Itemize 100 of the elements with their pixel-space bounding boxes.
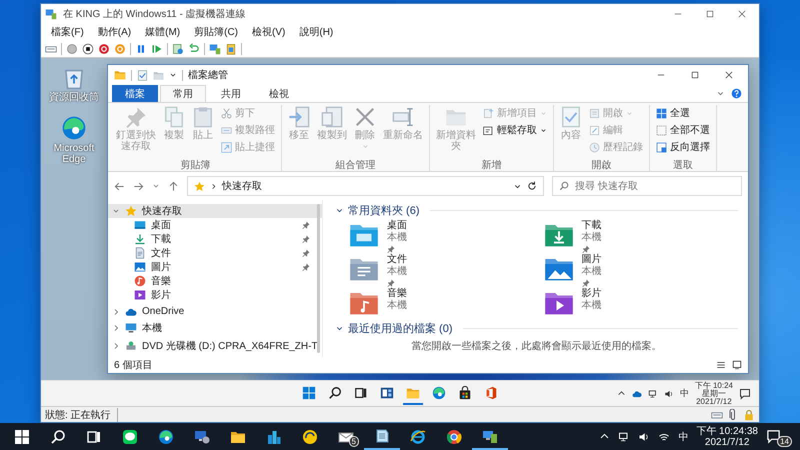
breadcrumb-item[interactable]: 快速存取	[222, 179, 262, 193]
search-icon	[50, 428, 66, 444]
ribbon-tab[interactable]: 檔案	[112, 85, 158, 102]
copy-icon	[321, 106, 343, 128]
play-icon[interactable]	[151, 42, 163, 54]
tiles-view-icon[interactable]	[732, 360, 742, 370]
pause-icon[interactable]	[135, 42, 147, 54]
maximize-icon[interactable]	[705, 9, 715, 19]
pin-icon	[387, 245, 395, 253]
nav-item[interactable]: OneDrive	[108, 306, 322, 318]
folder-location: 本機	[387, 300, 407, 312]
group-label: 選取	[672, 159, 694, 171]
close-icon[interactable]	[724, 70, 734, 80]
nav-item[interactable]: 下載	[108, 232, 322, 246]
folder-location: 本機	[582, 300, 602, 312]
folder-location: 本機	[387, 232, 407, 244]
help-icon[interactable]	[731, 88, 742, 99]
ribbon-button[interactable]: 反向選擇	[654, 139, 712, 155]
browser-icon[interactable]	[61, 115, 87, 141]
clock-time[interactable]: 下午 10:24:38	[696, 426, 758, 436]
ribbon-button[interactable]: 全部不選	[654, 122, 712, 138]
close-icon[interactable]	[737, 9, 747, 19]
ribbon-button[interactable]: 全選	[654, 105, 712, 121]
clock-date[interactable]: 2021/7/12	[696, 398, 732, 406]
menu-item[interactable]: 動作(A)	[98, 25, 132, 39]
snapshot-icon[interactable]	[172, 42, 184, 54]
speaker-icon[interactable]	[664, 388, 674, 398]
clock-date[interactable]: 2021/7/12	[704, 436, 750, 448]
folder-name[interactable]: 影片	[582, 288, 602, 300]
notification-icon[interactable]	[739, 388, 751, 400]
nav-item[interactable]: 圖片	[108, 260, 322, 274]
delete-icon	[354, 106, 376, 128]
shopping-bag-icon	[458, 386, 472, 400]
folder-name[interactable]: 下載	[582, 220, 602, 232]
details-view-icon[interactable]	[716, 360, 726, 370]
search-field[interactable]: 搜尋 快速存取	[575, 180, 735, 192]
folder-name[interactable]: 圖片	[582, 254, 602, 266]
clipboard-icon	[192, 106, 214, 128]
up-arrow-icon[interactable]	[168, 180, 179, 192]
menu-item[interactable]: 檢視(V)	[252, 25, 286, 39]
nav-item[interactable]: DVD 光碟機 (D:) CPRA_X64FRE_ZH-T	[108, 339, 322, 354]
clock-weekday[interactable]: 星期一	[702, 390, 726, 398]
chevron-right-icon[interactable]	[112, 324, 120, 332]
folder-name[interactable]: 文件	[387, 254, 407, 266]
menu-item[interactable]: 剪貼簿(C)	[194, 25, 238, 39]
clock-time[interactable]: 下午 10:24	[694, 382, 733, 390]
input-method-indicator[interactable]: 中	[678, 430, 688, 444]
chevron-down-icon[interactable]	[112, 207, 120, 215]
nav-item[interactable]: 音樂	[108, 274, 322, 288]
maximize-icon[interactable]	[690, 70, 700, 80]
nav-item[interactable]: 快速存取	[108, 204, 322, 218]
back-arrow-icon[interactable]	[114, 180, 125, 192]
circle-icon[interactable]	[66, 42, 78, 54]
picture-icon	[134, 261, 146, 273]
menu-item[interactable]: 說明(H)	[299, 25, 334, 39]
nav-item[interactable]: 桌面	[108, 218, 322, 232]
edit-icon	[589, 124, 600, 136]
cloud-icon[interactable]	[632, 388, 642, 398]
forward-arrow-icon[interactable]	[133, 180, 144, 192]
disc-drive-icon	[125, 340, 137, 352]
input-method-indicator[interactable]: 中	[680, 387, 689, 400]
pin-icon	[125, 106, 147, 128]
network-icon[interactable]	[618, 430, 630, 442]
windows-logo-icon	[14, 428, 30, 444]
folder-location: 本機	[582, 232, 602, 244]
search-box[interactable]: 搜尋 快速存取	[552, 176, 742, 196]
refresh-icon[interactable]	[527, 181, 537, 191]
star-icon	[125, 205, 137, 217]
ribbon-tab[interactable]: 檢視	[256, 85, 302, 102]
nav-item[interactable]: 影片	[108, 288, 322, 302]
nav-item[interactable]: 文件	[108, 246, 322, 260]
properties-icon[interactable]	[137, 70, 148, 80]
chevron-right-icon[interactable]	[112, 308, 120, 316]
section-header[interactable]: 常用資料夾 (6)	[348, 203, 420, 218]
monitor-icon[interactable]	[209, 42, 221, 54]
select-none-icon	[656, 124, 667, 136]
taskbar-button[interactable]: 5	[328, 423, 364, 450]
network-icon[interactable]	[648, 388, 658, 398]
video-icon	[134, 289, 146, 301]
caret-icon	[362, 143, 368, 150]
caret-icon[interactable]	[169, 71, 177, 79]
stop-icon[interactable]	[82, 42, 94, 54]
menu-item[interactable]: 檔案(F)	[51, 25, 84, 39]
power-icon[interactable]	[98, 42, 110, 54]
undo-icon[interactable]	[188, 42, 200, 54]
resource-icon[interactable]	[225, 42, 237, 54]
folder-location: 本機	[582, 266, 602, 278]
folder-name[interactable]: 音樂	[387, 288, 407, 300]
chevron-right-icon[interactable]	[112, 342, 120, 350]
browser-icon	[410, 428, 426, 444]
ribbon-tab[interactable]: 共用	[208, 85, 254, 102]
nav-item[interactable]: 本機	[108, 321, 322, 336]
address-bar[interactable]: 快速存取	[187, 176, 544, 196]
ribbon-button[interactable]: 輕鬆存取	[481, 122, 549, 138]
folder-name[interactable]: 桌面	[387, 220, 407, 232]
speaker-icon[interactable]	[638, 430, 650, 442]
ribbon-tab[interactable]: 常用	[160, 85, 206, 102]
menu-item[interactable]: 媒體(M)	[145, 25, 180, 39]
section-header[interactable]: 最近使用過的檔案 (0)	[348, 321, 452, 336]
empty-message: 當您開啟一些檔案之後，此處將會顯示最近使用的檔案。	[412, 340, 662, 353]
